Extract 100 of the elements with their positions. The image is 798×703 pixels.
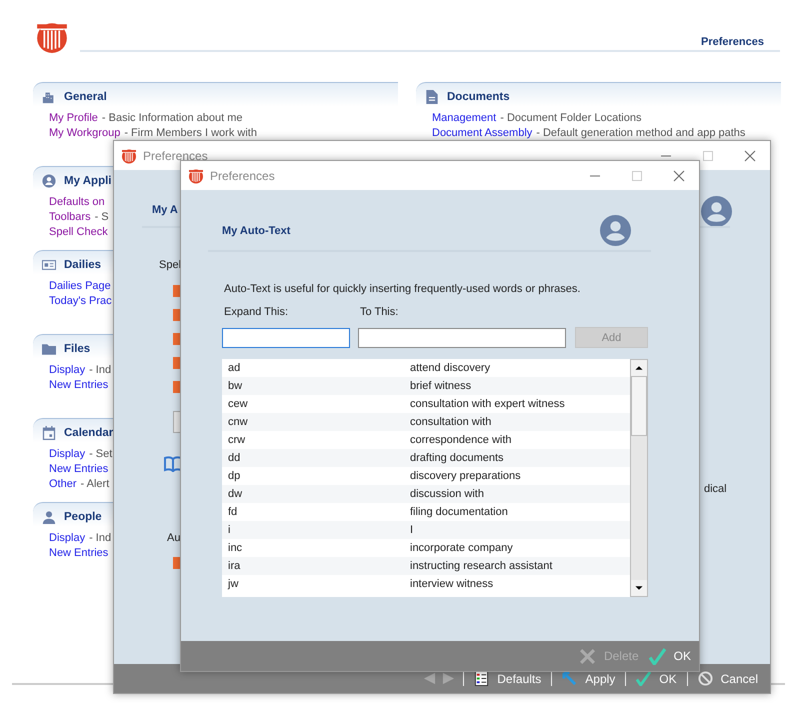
expansion-cell-text: consultation with [410,416,492,428]
preference-link[interactable]: Defaults on [49,196,105,208]
building-icon [42,90,56,104]
cancel-icon [698,671,713,686]
expansion-cell-text: filing documentation [410,506,509,518]
arrow-icon [562,671,578,686]
expansion-cell-text: correspondence with [410,434,513,446]
abbreviation-cell-text: inc [227,542,244,554]
field-label: To This: [360,306,398,318]
maximize-icon[interactable] [702,150,714,162]
abbreviation-cell-text: jw [226,578,240,590]
expansion-cell-text: attend discovery [410,362,492,374]
scrollbar[interactable] [630,359,648,597]
expansion-cell-text: discussion with [410,488,485,500]
link-description: - Ind [89,364,112,376]
list-row[interactable]: i I [222,521,630,539]
abbreviation-cell-text: i [227,524,232,536]
list-row[interactable]: dw discussion with [222,485,630,503]
checkmark-icon [648,648,666,664]
footer-button[interactable]: OK [646,648,693,664]
section-title: My Appli [64,175,112,187]
expansion-cell-text: discovery preparations [410,470,522,482]
preference-link[interactable]: Display [49,364,86,376]
preference-link[interactable]: New Entries [49,379,108,391]
list-row[interactable]: cew consultation with expert witness [222,395,630,413]
document-icon [425,90,439,104]
scroll-down-icon[interactable] [631,580,647,596]
preference-link[interactable]: Display [49,532,86,544]
abbreviation-cell-text: crw [227,434,246,446]
abbreviation-cell-text: dd [227,452,242,464]
preference-link[interactable]: Toolbars [49,211,91,223]
abbreviation-cell-text: cnw [227,416,249,428]
close-icon[interactable] [673,170,685,182]
preference-link[interactable]: New Entries [49,463,108,475]
list-icon [474,671,490,686]
preference-link[interactable]: Spell Check [49,226,108,238]
section-heading: My Auto-Text [222,224,290,236]
expansion-cell-text: consultation with expert witness [410,398,566,410]
window-title: Preferences [143,148,209,162]
preference-link[interactable]: Display [49,448,86,460]
preference-link[interactable]: Document Assembly [432,127,532,139]
list-row[interactable]: dd drafting documents [222,449,630,467]
list-row[interactable]: dp discovery preparations [222,467,630,485]
user-circle-icon [42,174,56,188]
expansion-cell-text: instructing research assistant [410,560,554,572]
abbreviation-cell-text: bw [227,380,244,392]
preference-link[interactable]: My Profile [49,112,98,124]
description-text: Auto-Text is useful for quickly inserting frequently-used words or phrases. [224,283,582,295]
list-row[interactable]: jw interview witness [222,575,630,593]
abbreviation-cell-text: dp [227,470,242,482]
folder-icon [42,342,56,356]
section-title: Documents [447,91,510,103]
expansion-cell-text: incorporate company [410,542,514,554]
section-title: Dailies [64,259,102,271]
scroll-up-icon[interactable] [631,360,647,376]
close-icon[interactable] [744,150,756,162]
footer-button[interactable]: Cancel [696,671,760,686]
list-row[interactable]: bw brief witness [222,377,630,395]
expansion-cell-text: interview witness [410,578,494,590]
calendar-icon [42,426,56,440]
preference-link[interactable]: Today's Prac [49,295,112,307]
list-row[interactable]: ira instructing research assistant [222,557,630,575]
person-icon [42,510,56,524]
checkmark-icon [636,671,652,686]
list-row[interactable]: crw correspondence with [222,431,630,449]
list-row[interactable]: inc incorporate company [222,539,630,557]
list-row[interactable]: ad attend discovery [222,359,630,377]
link-description: - S [94,211,109,223]
field-label: Expand This: [224,306,290,318]
footer-button[interactable]: Apply [560,671,618,686]
link-description: - Firm Members I work with [124,127,257,139]
section-title: General [64,91,107,103]
delete-x-icon [578,648,596,664]
preference-link[interactable]: New Entries [49,547,108,559]
link-description: - Document Folder Locations [500,112,642,124]
section-title: People [64,511,102,523]
logo-icon [121,148,137,164]
replacement-input-field[interactable] [358,328,566,348]
option-label: Au [167,532,180,544]
list-row[interactable]: fd filing documentation [222,503,630,521]
newspaper-icon [42,258,56,272]
list-row[interactable]: cnw consultation with [222,413,630,431]
expansion-cell-text: I [410,524,414,536]
abbreviation-cell-text: ira [227,560,242,572]
link-description: - Alert [80,478,110,490]
scroll-thumb[interactable] [631,376,647,436]
abbreviation-cell-text: cew [227,398,249,410]
preference-link[interactable]: Management [432,112,496,124]
section-title: Calendar [64,427,114,439]
option-label: dical [704,483,727,495]
expansion-cell-text: drafting documents [410,452,505,464]
preference-link[interactable]: Other [49,478,77,490]
expand-input-field[interactable] [222,328,350,348]
footer-button[interactable]: OK [634,671,679,686]
preference-link[interactable]: My Workgroup [49,127,120,139]
abbreviation-cell-text: fd [227,506,238,518]
book-icon [164,456,182,472]
section-heading: My A [152,204,178,216]
preference-link[interactable]: Dailies Page [49,280,111,292]
user-avatar-icon [600,215,631,246]
